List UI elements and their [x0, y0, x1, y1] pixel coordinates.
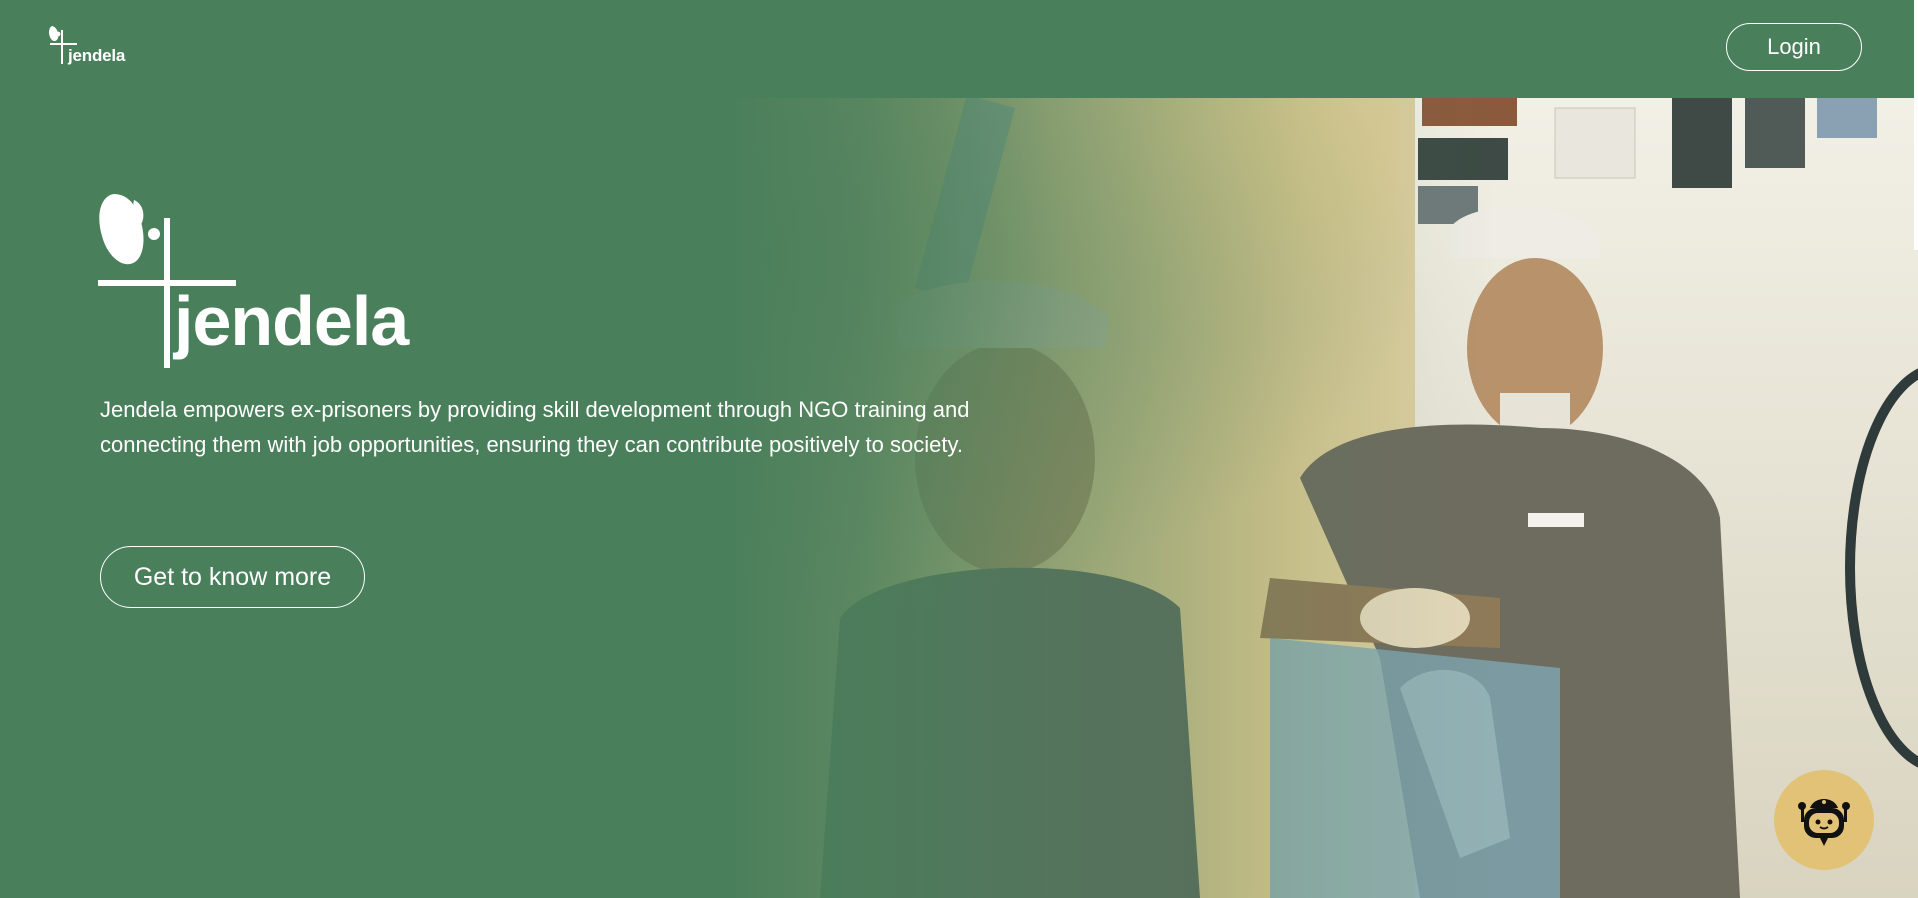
hero-logo: jendela — [98, 194, 438, 370]
login-button[interactable]: Login — [1726, 23, 1862, 71]
landing-page: jendela Login jendela Jendela empowers e… — [0, 0, 1918, 898]
chatbot-button[interactable] — [1774, 770, 1874, 870]
header-logo-text: jendela — [68, 46, 126, 65]
scrollbar[interactable] — [1914, 0, 1918, 250]
header-logo[interactable]: jendela — [48, 24, 132, 72]
hero-section: jendela Jendela empowers ex-prisoners by… — [0, 98, 1918, 898]
robot-chat-icon — [1798, 799, 1850, 846]
hero-logo-text: jendela — [174, 282, 409, 360]
site-header: jendela Login — [0, 0, 1918, 98]
know-more-button[interactable]: Get to know more — [100, 546, 365, 608]
hero-description: Jendela empowers ex-prisoners by providi… — [100, 397, 970, 457]
